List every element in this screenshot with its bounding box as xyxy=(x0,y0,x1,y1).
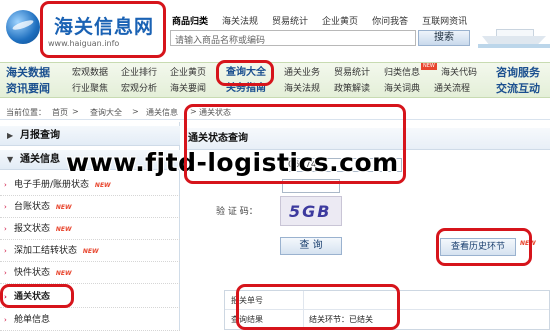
nav-item[interactable]: 通关流程 xyxy=(434,81,470,97)
nav-heading-data[interactable]: 海关数据 xyxy=(6,65,50,81)
breadcrumb-separator: > xyxy=(72,107,79,116)
sidebar-item[interactable]: › 舱单信息 xyxy=(0,309,180,331)
captcha-input[interactable] xyxy=(282,179,340,193)
nav-item[interactable]: 海关词典 xyxy=(384,81,420,97)
sidebar-item[interactable]: › 深加工结转状态 NEW xyxy=(0,240,180,262)
sidebar-item[interactable]: › 快件状态 NEW xyxy=(0,262,180,284)
breadcrumb-link[interactable]: 查询大全 xyxy=(90,107,122,118)
category-link[interactable]: 你问我答 xyxy=(372,14,408,27)
new-badge: NEW xyxy=(82,248,99,255)
sidebar-item[interactable]: › 报文状态 NEW xyxy=(0,218,180,240)
nav-row: 海关数据 宏观数据 企业排行 企业黄页 查询大全 通关业务 贸易统计 归类信息 … xyxy=(0,63,550,81)
new-badge: NEW xyxy=(421,63,437,70)
result-label: 报关单号 xyxy=(231,296,263,305)
sidebar-item-label: 通关状态 xyxy=(14,292,51,302)
table-row: 查询结果 结关环节：已结关 xyxy=(225,310,549,329)
logo-url: www.haiguan.info xyxy=(48,39,120,48)
nav-item[interactable]: 海关代码 xyxy=(441,65,477,81)
sidebar-item-label: 台账状态 xyxy=(14,202,51,212)
new-badge: NEW xyxy=(55,270,72,277)
search-input[interactable]: 请输入商品名称或编码 xyxy=(170,30,416,46)
new-badge: NEW xyxy=(55,204,72,211)
breadcrumb-current: 通关状态 xyxy=(199,108,231,117)
captcha-text: 5GB xyxy=(289,202,332,221)
nav-item[interactable]: 贸易统计 xyxy=(334,65,370,81)
sidebar-monthly-heading[interactable]: ▶ 月报查询 xyxy=(0,126,180,146)
bullet-icon: › xyxy=(4,225,7,233)
nav-item[interactable]: 归类信息 xyxy=(384,65,420,81)
nav-heading-interact[interactable]: 交流互动 xyxy=(496,81,540,97)
category-bar: 商品归类 海关法规 贸易统计 企业黄页 你问我答 互联网资讯 xyxy=(172,14,467,27)
site-logo[interactable]: 海关信息网 www.haiguan.info xyxy=(2,2,166,58)
sidebar-item[interactable]: › 台账状态 NEW xyxy=(0,196,180,218)
divider xyxy=(303,310,304,329)
breadcrumb-link[interactable]: 通关信息 xyxy=(146,107,178,118)
category-heading[interactable]: 商品归类 xyxy=(172,14,208,27)
watermark: www.fjtd-logistics.com xyxy=(66,148,399,177)
nav-item-query-all[interactable]: 查询大全 xyxy=(226,65,266,81)
nav-heading-news[interactable]: 资讯要闻 xyxy=(6,81,50,97)
ship-illustration xyxy=(478,24,550,48)
result-table: 报关单号 查询结果 结关环节：已结关 xyxy=(224,290,550,330)
new-badge: NEW xyxy=(520,240,536,247)
nav-item[interactable]: 企业排行 xyxy=(121,65,157,81)
new-badge: NEW xyxy=(55,226,72,233)
category-link[interactable]: 贸易统计 xyxy=(272,14,308,27)
sidebar-section-label: 通关信息 xyxy=(20,154,60,165)
category-link[interactable]: 海关法规 xyxy=(222,14,258,27)
site-header: 海关信息网 www.haiguan.info 商品归类 海关法规 贸易统计 企业… xyxy=(0,0,550,60)
nav-item[interactable]: 政策解读 xyxy=(334,81,370,97)
bullet-icon: › xyxy=(4,247,7,255)
result-label: 查询结果 xyxy=(231,315,263,324)
bullet-icon: › xyxy=(4,293,7,301)
breadcrumb-link[interactable]: 首页 xyxy=(52,107,68,118)
nav-item[interactable]: 海关要闻 xyxy=(170,81,206,97)
chevron-down-icon: ▼ xyxy=(7,155,14,164)
sidebar-item-label: 报文状态 xyxy=(14,224,51,234)
category-link[interactable]: 互联网资讯 xyxy=(422,14,467,27)
sidebar-item-label: 电子手册/账册状态 xyxy=(14,180,90,190)
category-link[interactable]: 企业黄页 xyxy=(322,14,358,27)
breadcrumb-separator: > xyxy=(190,107,197,116)
result-value: 结关环节：已结关 xyxy=(309,315,373,324)
view-history-button[interactable]: 查看历史环节 xyxy=(440,238,516,256)
nav-heading-consult[interactable]: 咨询服务 xyxy=(496,65,540,81)
sidebar-monthly-label: 月报查询 xyxy=(20,130,60,141)
query-button[interactable]: 查 询 xyxy=(280,237,342,255)
nav-item[interactable]: 企业黄页 xyxy=(170,65,206,81)
globe-logo-icon xyxy=(6,10,40,44)
sidebar-item-label: 深加工结转状态 xyxy=(14,246,78,256)
bullet-icon: › xyxy=(4,269,7,277)
nav-item[interactable]: 通关业务 xyxy=(284,65,320,81)
breadcrumb: 当前位置： 首页 > 查询大全 > 通关信息 > 通关状态 xyxy=(0,104,550,120)
main-nav: 海关数据 宏观数据 企业排行 企业黄页 查询大全 通关业务 贸易统计 归类信息 … xyxy=(0,62,550,98)
sidebar-item-customs-status[interactable]: › 通关状态 xyxy=(0,286,180,308)
nav-item[interactable]: 行业聚焦 xyxy=(72,81,108,97)
captcha-label: 验 证 码： xyxy=(216,207,258,217)
new-badge: NEW xyxy=(94,182,111,189)
bullet-icon: › xyxy=(4,181,7,189)
chevron-right-icon: ▶ xyxy=(7,131,14,140)
search-button[interactable]: 搜索 xyxy=(418,30,470,46)
logo-title: 海关信息网 xyxy=(54,16,155,38)
bullet-icon: › xyxy=(4,203,7,211)
nav-item-customs-guide[interactable]: 关务指南 xyxy=(226,81,266,97)
nav-row: 资讯要闻 行业聚焦 宏观分析 海关要闻 关务指南 海关法规 政策解读 海关词典 … xyxy=(0,81,550,97)
bullet-icon: › xyxy=(4,316,7,324)
breadcrumb-separator: > xyxy=(132,107,139,116)
nav-item[interactable]: 宏观数据 xyxy=(72,65,108,81)
page-title: 通关状态查询 xyxy=(184,128,550,150)
sidebar-item-label: 舱单信息 xyxy=(14,315,51,325)
sidebar-item[interactable]: › 电子手册/账册状态 NEW xyxy=(0,174,180,196)
table-row: 报关单号 xyxy=(225,291,549,310)
nav-item[interactable]: 宏观分析 xyxy=(121,81,157,97)
nav-item[interactable]: 海关法规 xyxy=(284,81,320,97)
breadcrumb-prefix: 当前位置： xyxy=(6,108,46,117)
sidebar-item-label: 快件状态 xyxy=(14,268,51,278)
divider xyxy=(303,291,304,310)
captcha-image[interactable]: 5GB xyxy=(280,196,342,226)
